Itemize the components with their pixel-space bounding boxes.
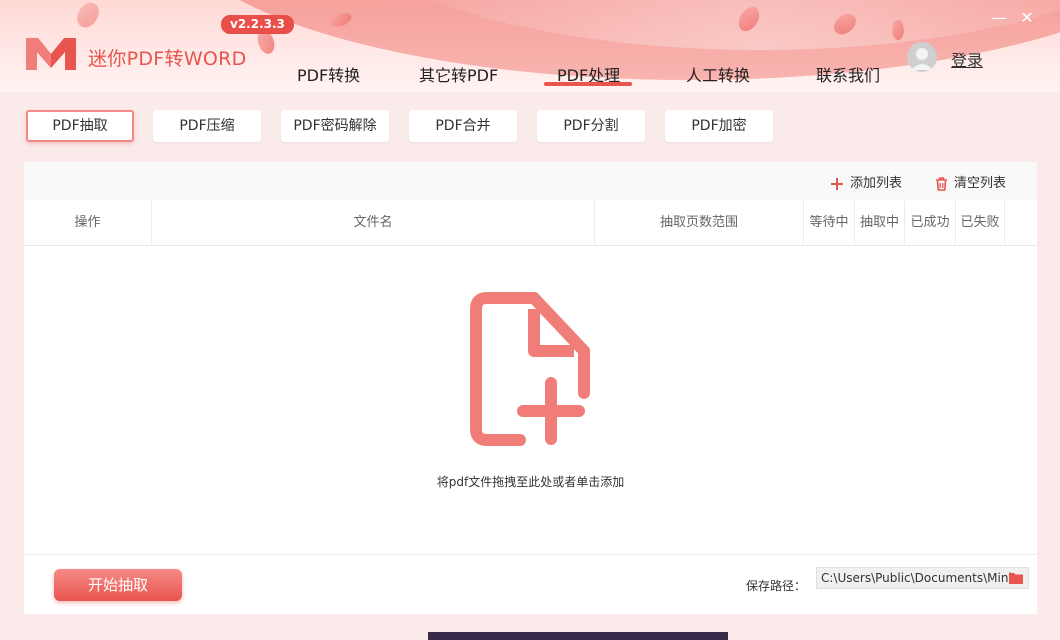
add-list-button[interactable]: 添加列表	[830, 172, 902, 191]
subtab-pdf-encrypt[interactable]: PDF加密	[665, 110, 773, 142]
version-badge: v2.2.3.3	[221, 15, 294, 34]
nav-active-indicator	[544, 82, 632, 86]
file-list-panel: 添加列表 清空列表 操作 文件名 抽取页数范围 等待中 抽取中 已成功 已失败 …	[24, 162, 1037, 614]
table-header: 操作 文件名 抽取页数范围 等待中 抽取中 已成功 已失败	[24, 200, 1037, 246]
column-header-filename: 文件名	[353, 215, 393, 230]
column-header-action: 操作	[74, 215, 101, 230]
drop-zone-hint: 将pdf文件拖拽至此处或者单击添加	[436, 475, 625, 489]
header: 迷你PDF转WORD v2.2.3.3 PDF转换 其它转PDF PDF处理 人…	[0, 0, 1060, 92]
subtab-pdf-unlock[interactable]: PDF密码解除	[281, 110, 389, 142]
save-path-input[interactable]: C:\Users\Public\Documents\Mini	[816, 567, 1029, 589]
background-window-edge	[428, 632, 728, 640]
close-button[interactable]: ✕	[1017, 8, 1037, 28]
trash-icon	[936, 176, 947, 191]
login-link[interactable]: 登录	[951, 47, 983, 71]
nav-tab-manual-convert[interactable]: 人工转换	[686, 62, 750, 90]
minimize-button[interactable]: —	[989, 8, 1009, 28]
clear-list-button[interactable]: 清空列表	[935, 172, 1006, 191]
subtab-pdf-split[interactable]: PDF分割	[537, 110, 645, 142]
nav-tab-contact-us[interactable]: 联系我们	[816, 62, 880, 90]
user-avatar-icon[interactable]	[907, 42, 937, 72]
add-list-label: 添加列表	[850, 176, 903, 191]
nav-tab-pdf-convert[interactable]: PDF转换	[297, 62, 360, 90]
column-header-extracting: 抽取中	[859, 215, 899, 230]
app-title: 迷你PDF转WORD	[88, 48, 247, 70]
column-header-waiting: 等待中	[809, 215, 849, 230]
list-toolbar: 添加列表 清空列表	[24, 162, 1037, 200]
column-divider	[1004, 200, 1005, 246]
subtab-pdf-extract[interactable]: PDF抽取	[26, 110, 134, 142]
column-header-failed: 已失败	[960, 215, 1000, 230]
subtab-pdf-compress[interactable]: PDF压缩	[153, 110, 261, 142]
subtab-pdf-merge[interactable]: PDF合并	[409, 110, 517, 142]
petal-decoration	[74, 0, 102, 31]
plus-icon	[831, 177, 843, 190]
save-path-label: 保存路径：	[746, 579, 807, 593]
column-header-page-range: 抽取页数范围	[659, 215, 738, 230]
nav-tab-other-to-pdf[interactable]: 其它转PDF	[419, 62, 498, 90]
start-extract-button[interactable]: 开始抽取	[54, 569, 182, 601]
folder-icon[interactable]	[1009, 572, 1023, 584]
file-drop-zone[interactable]: 将pdf文件拖拽至此处或者单击添加	[24, 247, 1037, 553]
app-window: 迷你PDF转WORD v2.2.3.3 PDF转换 其它转PDF PDF处理 人…	[0, 0, 1060, 640]
column-header-succeeded: 已成功	[910, 215, 950, 230]
footer-bar: 开始抽取 保存路径： C:\Users\Public\Documents\Min…	[24, 554, 1037, 614]
file-add-icon	[470, 292, 590, 446]
m-logo-icon	[26, 38, 76, 70]
clear-list-label: 清空列表	[954, 176, 1007, 191]
